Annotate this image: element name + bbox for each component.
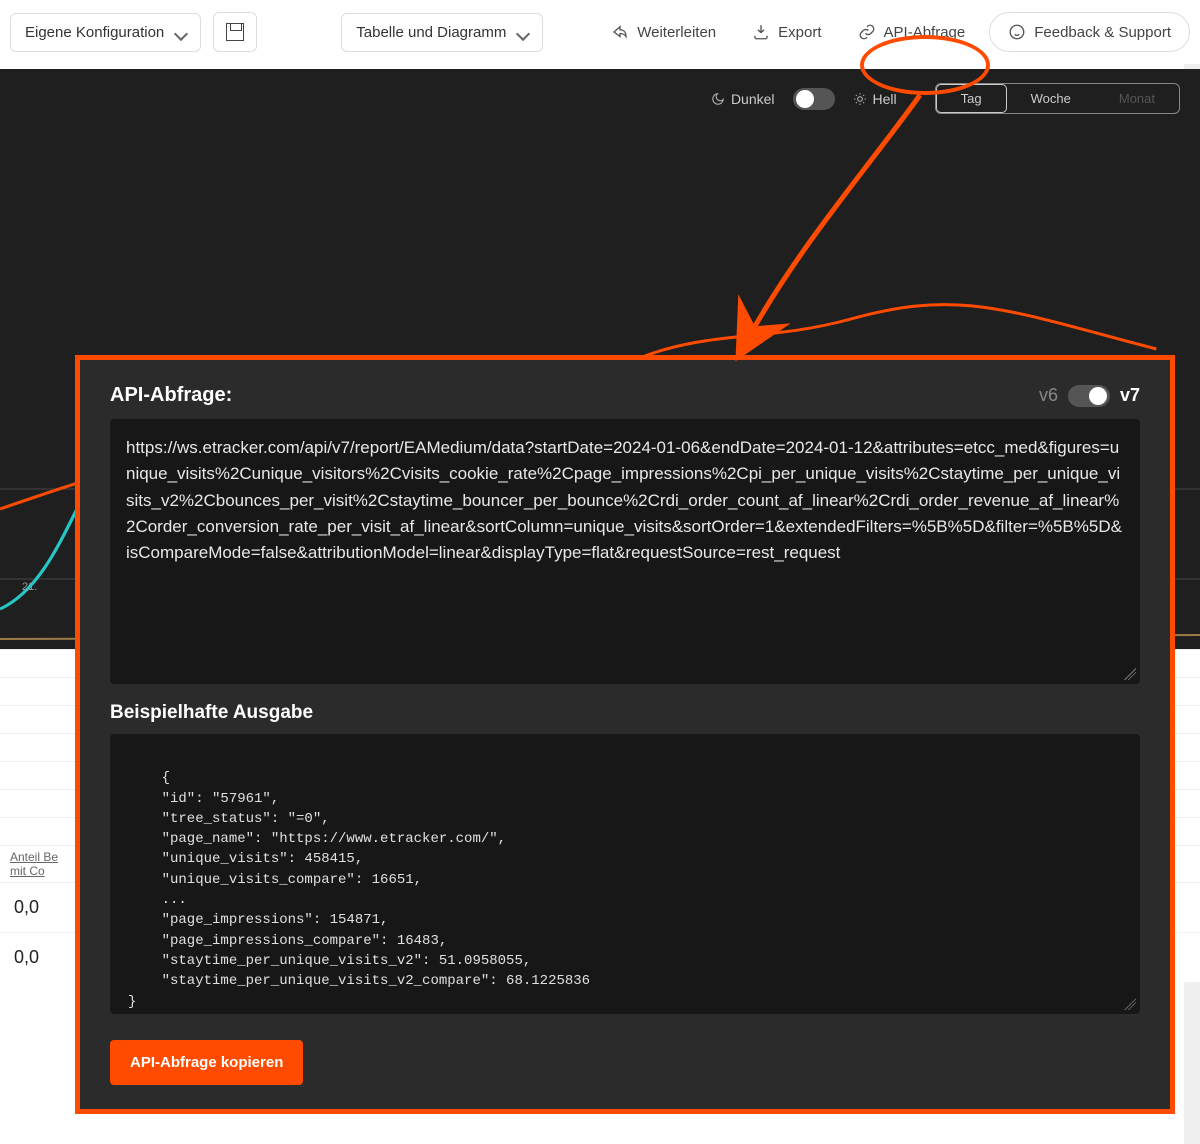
export-button[interactable]: Export: [740, 15, 833, 49]
resize-handle-icon[interactable]: [1124, 998, 1136, 1010]
period-week-button[interactable]: Woche: [1007, 84, 1095, 113]
chevron-down-icon: [176, 27, 186, 37]
share-label: Weiterleiten: [637, 24, 716, 41]
export-label: Export: [778, 24, 821, 41]
example-output-heading: Beispielhafte Ausgabe: [110, 702, 1140, 724]
config-dropdown-button[interactable]: Eigene Konfiguration: [10, 13, 201, 52]
share-icon: [611, 23, 629, 41]
api-url-textarea[interactable]: https://ws.etracker.com/api/v7/report/EA…: [110, 419, 1140, 684]
version-v7-label: v7: [1120, 385, 1140, 406]
smiley-icon: [1008, 23, 1026, 41]
sun-icon: [853, 92, 867, 106]
save-icon: [226, 23, 244, 41]
feedback-label: Feedback & Support: [1034, 24, 1171, 41]
download-icon: [752, 23, 770, 41]
theme-toggle[interactable]: [793, 88, 835, 110]
config-dropdown-label: Eigene Konfiguration: [25, 24, 164, 41]
api-query-label: API-Abfrage: [884, 24, 966, 41]
api-url-text: https://ws.etracker.com/api/v7/report/EA…: [126, 438, 1122, 562]
theme-dark-label: Dunkel: [711, 91, 775, 107]
x-axis-tick: 21.: [22, 581, 37, 593]
version-toggle[interactable]: [1068, 385, 1110, 407]
theme-light-text: Hell: [873, 91, 897, 107]
share-button[interactable]: Weiterleiten: [599, 15, 728, 49]
dialog-header: API-Abfrage: v6 v7: [110, 384, 1140, 407]
api-query-dialog: API-Abfrage: v6 v7 https://ws.etracker.c…: [75, 355, 1175, 1114]
chevron-down-icon: [518, 27, 528, 37]
save-config-button[interactable]: [213, 12, 257, 52]
view-dropdown-label: Tabelle und Diagramm: [356, 24, 506, 41]
theme-dark-text: Dunkel: [731, 91, 775, 107]
version-v6-label: v6: [1039, 385, 1058, 406]
period-day-button[interactable]: Tag: [936, 84, 1007, 113]
moon-icon: [711, 92, 725, 106]
dialog-title: API-Abfrage:: [110, 384, 232, 407]
feedback-button[interactable]: Feedback & Support: [989, 12, 1190, 52]
period-month-button[interactable]: Monat: [1095, 84, 1179, 113]
period-segment-group: Tag Woche Monat: [935, 83, 1180, 114]
view-dropdown-button[interactable]: Tabelle und Diagramm: [341, 13, 543, 52]
api-version-switch: v6 v7: [1039, 385, 1140, 407]
theme-light-label: Hell: [853, 91, 897, 107]
example-output-text: { "id": "57961", "tree_status": "=0", "p…: [128, 770, 590, 1009]
resize-handle-icon[interactable]: [1124, 668, 1136, 680]
table-header-text-1: Anteil Be: [10, 850, 58, 864]
api-query-button[interactable]: API-Abfrage: [846, 15, 978, 49]
chart-controls: Dunkel Hell Tag Woche Monat: [0, 69, 1200, 128]
table-header-text-2: mit Co: [10, 864, 45, 878]
top-toolbar: Eigene Konfiguration Tabelle und Diagram…: [0, 0, 1200, 64]
example-output-code[interactable]: { "id": "57961", "tree_status": "=0", "p…: [110, 734, 1140, 1014]
link-icon: [858, 23, 876, 41]
